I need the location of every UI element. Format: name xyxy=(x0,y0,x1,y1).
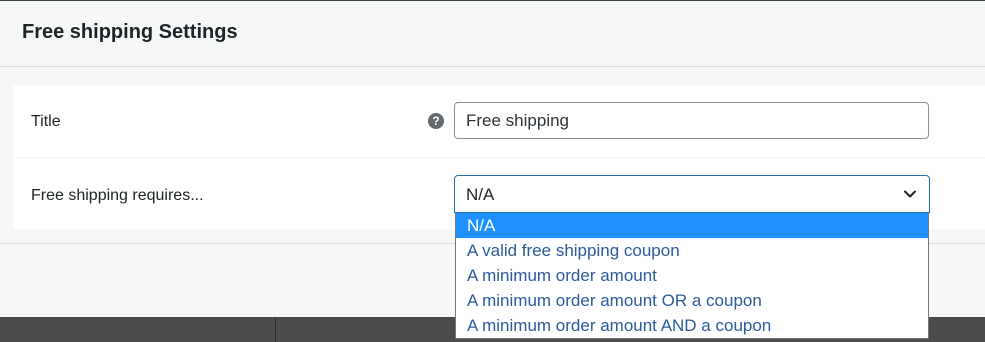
chevron-down-icon xyxy=(904,190,916,198)
requires-select[interactable]: N/A xyxy=(454,175,930,213)
title-input[interactable] xyxy=(454,102,929,139)
requires-select-value: N/A xyxy=(466,185,495,204)
option-na[interactable]: N/A xyxy=(456,213,928,238)
requires-label: Free shipping requires... xyxy=(31,187,204,204)
bottom-bar-divider xyxy=(275,317,276,342)
option-min-amount-or-coupon[interactable]: A minimum order amount OR a coupon xyxy=(456,288,928,313)
option-min-amount[interactable]: A minimum order amount xyxy=(456,263,928,288)
question-circle-icon[interactable]: ? xyxy=(428,113,444,129)
requires-options-list: N/A A valid free shipping coupon A minim… xyxy=(455,213,929,339)
title-label: Title xyxy=(31,113,61,130)
option-valid-coupon[interactable]: A valid free shipping coupon xyxy=(456,238,928,263)
option-min-amount-and-coupon[interactable]: A minimum order amount AND a coupon xyxy=(456,313,928,338)
row-divider xyxy=(13,157,985,158)
modal-title: Free shipping Settings xyxy=(22,21,238,43)
modal-header: Free shipping Settings xyxy=(0,1,985,67)
